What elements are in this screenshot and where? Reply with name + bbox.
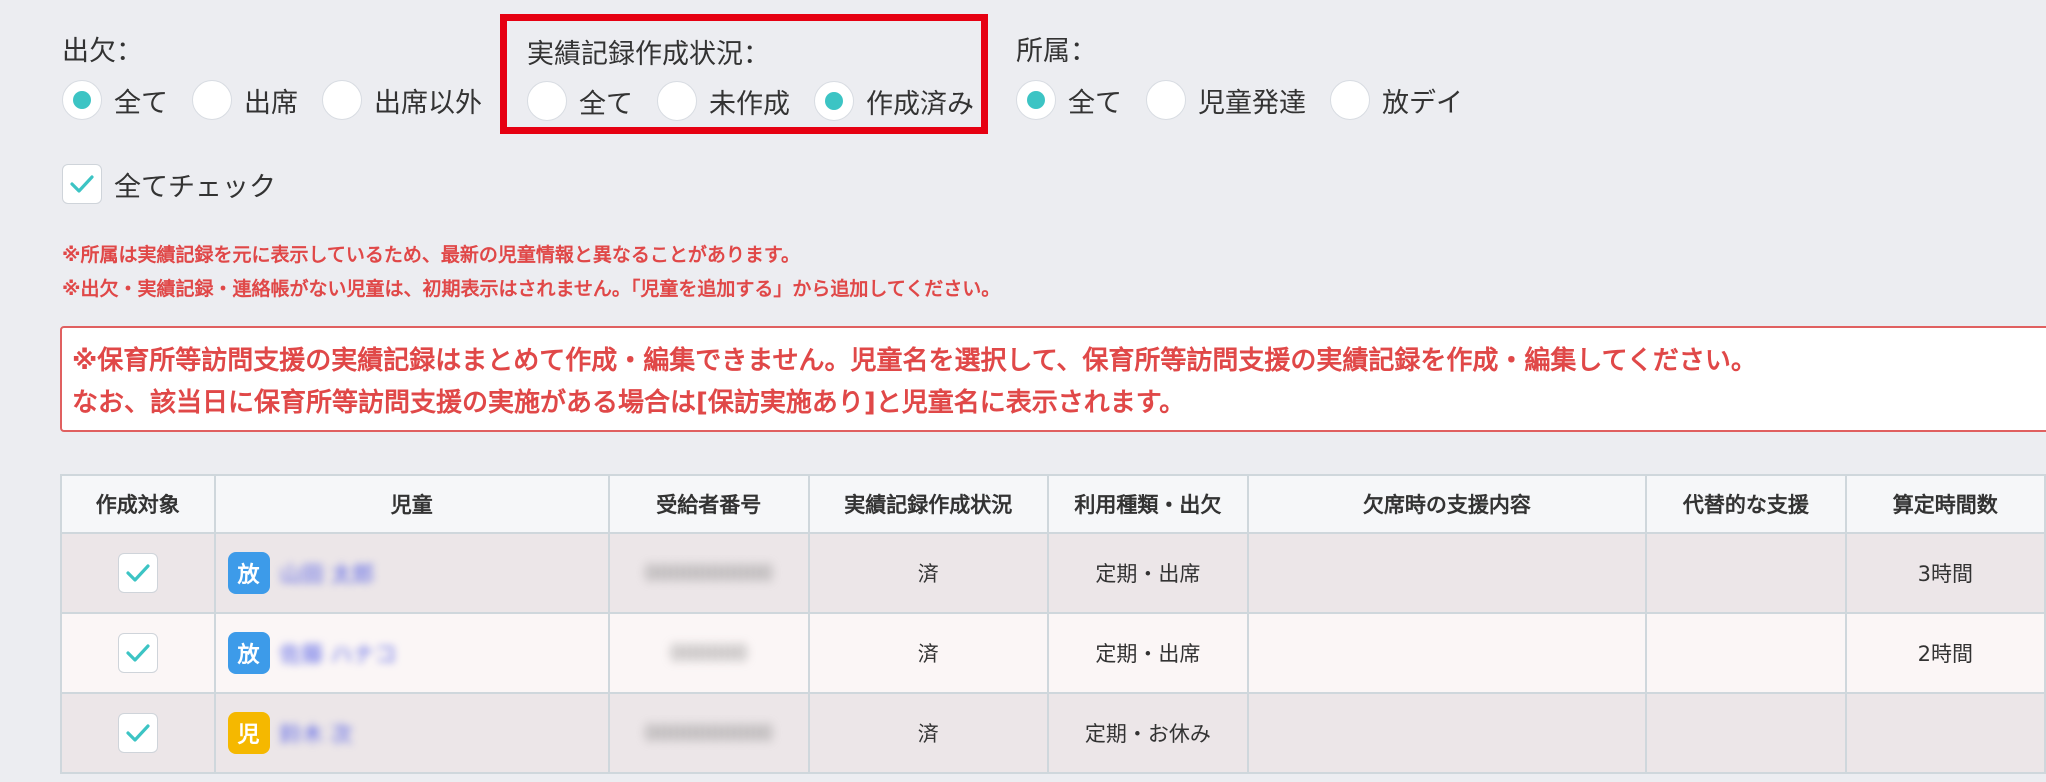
- checkmark-icon: [126, 644, 150, 662]
- visit-support-alert: ※保育所等訪問支援の実績記録はまとめて作成・編集できません。児童名を選択して、保…: [60, 326, 2046, 432]
- initial-display-note: ※出欠・実績記録・連絡帳がない児童は、初期表示はされません。「児童を追加する」か…: [62, 278, 1001, 300]
- table-row: 放 山田 太郎 0000000000 済 定期・出席 3時間: [60, 532, 2046, 614]
- recipient-no-cell: 0000000000: [608, 532, 810, 614]
- affiliation-radio-after-school[interactable]: 放デイ: [1330, 80, 1463, 120]
- record-status-filter-label: 実績記録作成状況：: [527, 39, 770, 70]
- alt-support-cell: [1645, 612, 1847, 694]
- check-all-label: 全てチェック: [114, 171, 276, 203]
- alt-support-cell: [1645, 532, 1847, 614]
- child-cell: 放 佐藤 ハナコ: [213, 612, 611, 694]
- checkmark-icon: [126, 564, 150, 582]
- usage-cell: 定期・出席: [1047, 612, 1249, 694]
- col-header-recipient-no: 受給者番号: [608, 474, 810, 534]
- attendance-radio-all[interactable]: 全て: [62, 80, 168, 120]
- radio-checked-icon[interactable]: [62, 80, 102, 120]
- radio-label: 全て: [1068, 87, 1122, 119]
- row-checkbox[interactable]: [117, 633, 158, 673]
- checkmark-icon: [70, 175, 94, 193]
- radio-unchecked-icon[interactable]: [322, 80, 362, 120]
- col-header-record-status: 実績記録作成状況: [807, 474, 1050, 534]
- child-cell: 児 鈴木 次: [213, 692, 611, 774]
- col-header-usage: 利用種類・出欠: [1047, 474, 1249, 534]
- recipient-no: 000000: [670, 641, 747, 665]
- child-name-link[interactable]: 佐藤 ハナコ: [280, 637, 397, 669]
- col-header-target: 作成対象: [60, 474, 216, 534]
- radio-label: 出席: [244, 87, 298, 119]
- child-name-link[interactable]: 山田 太郎: [280, 557, 375, 589]
- affiliation-radio-all[interactable]: 全て: [1016, 80, 1122, 120]
- radio-label: 全て: [579, 88, 633, 120]
- child-name-link[interactable]: 鈴木 次: [280, 717, 353, 749]
- radio-checked-icon[interactable]: [814, 81, 854, 121]
- radio-label: 放デイ: [1382, 87, 1463, 119]
- usage-cell: 定期・出席: [1047, 532, 1249, 614]
- records-table: 作成対象 児童 受給者番号 実績記録作成状況 利用種類・出欠 欠席時の支援内容 …: [60, 474, 2046, 774]
- check-all-checkbox[interactable]: [62, 164, 102, 204]
- affiliation-note: ※所属は実績記録を元に表示しているため、最新の児童情報と異なることがあります。: [62, 244, 801, 266]
- row-checkbox[interactable]: [117, 553, 158, 593]
- radio-label: 出席以外: [374, 87, 482, 119]
- record-status-radio-not-created[interactable]: 未作成: [657, 81, 790, 121]
- record-status-filter: 実績記録作成状況： 全て 未作成 作成済み: [500, 14, 988, 134]
- radio-unchecked-icon[interactable]: [192, 80, 232, 120]
- target-cell: [60, 532, 216, 614]
- affiliation-badge: 児: [227, 712, 270, 754]
- alert-line-1: ※保育所等訪問支援の実績記録はまとめて作成・編集できません。児童名を選択して、保…: [72, 346, 1757, 376]
- absence-support-cell: [1246, 612, 1648, 694]
- record-status-radio-created[interactable]: 作成済み: [814, 81, 974, 121]
- col-header-hours: 算定時間数: [1844, 474, 2046, 534]
- hours-cell: 2時間: [1844, 612, 2046, 694]
- record-status-cell: 済: [807, 612, 1050, 694]
- affiliation-radio-child-dev[interactable]: 児童発達: [1146, 80, 1306, 120]
- record-status-radio-all[interactable]: 全て: [527, 81, 633, 121]
- target-cell: [60, 612, 216, 694]
- target-cell: [60, 692, 216, 774]
- checkmark-icon: [126, 724, 150, 742]
- table-row: 放 佐藤 ハナコ 000000 済 定期・出席 2時間: [60, 612, 2046, 694]
- affiliation-badge: 放: [227, 552, 270, 594]
- check-all[interactable]: 全てチェック: [62, 164, 276, 204]
- recipient-no-cell: 0000000000: [608, 692, 810, 774]
- hours-cell: 3時間: [1844, 532, 2046, 614]
- child-cell: 放 山田 太郎: [213, 532, 611, 614]
- record-status-cell: 済: [807, 692, 1050, 774]
- record-status-cell: 済: [807, 532, 1050, 614]
- usage-cell: 定期・お休み: [1047, 692, 1249, 774]
- radio-unchecked-icon[interactable]: [527, 81, 567, 121]
- hours-cell: [1844, 692, 2046, 774]
- col-header-alt-support: 代替的な支援: [1645, 474, 1847, 534]
- absence-support-cell: [1246, 692, 1648, 774]
- row-checkbox[interactable]: [117, 713, 158, 753]
- radio-unchecked-icon[interactable]: [1330, 80, 1370, 120]
- alert-line-2: なお、該当日に保育所等訪問支援の実施がある場合は[保訪実施あり]と児童名に表示さ…: [72, 388, 1186, 418]
- radio-label: 作成済み: [866, 88, 974, 120]
- radio-label: 全て: [114, 87, 168, 119]
- col-header-absence-support: 欠席時の支援内容: [1246, 474, 1648, 534]
- affiliation-badge: 放: [227, 632, 270, 674]
- col-header-child: 児童: [213, 474, 611, 534]
- radio-label: 児童発達: [1198, 87, 1306, 119]
- table-header-row: 作成対象 児童 受給者番号 実績記録作成状況 利用種類・出欠 欠席時の支援内容 …: [60, 474, 2046, 534]
- radio-checked-icon[interactable]: [1016, 80, 1056, 120]
- radio-unchecked-icon[interactable]: [1146, 80, 1186, 120]
- recipient-no-cell: 000000: [608, 612, 810, 694]
- affiliation-filter-label: 所属：: [1016, 36, 1097, 67]
- attendance-filter: 出欠： 全て 出席 出席以外: [62, 34, 506, 126]
- attendance-filter-label: 出欠：: [62, 36, 143, 67]
- table-row: 児 鈴木 次 0000000000 済 定期・お休み: [60, 692, 2046, 774]
- absence-support-cell: [1246, 532, 1648, 614]
- attendance-radio-other[interactable]: 出席以外: [322, 80, 482, 120]
- recipient-no: 0000000000: [645, 561, 773, 585]
- attendance-radio-present[interactable]: 出席: [192, 80, 298, 120]
- radio-unchecked-icon[interactable]: [657, 81, 697, 121]
- radio-label: 未作成: [709, 88, 790, 120]
- recipient-no: 0000000000: [645, 721, 773, 745]
- affiliation-filter: 所属： 全て 児童発達 放デイ: [1016, 34, 1487, 126]
- alt-support-cell: [1645, 692, 1847, 774]
